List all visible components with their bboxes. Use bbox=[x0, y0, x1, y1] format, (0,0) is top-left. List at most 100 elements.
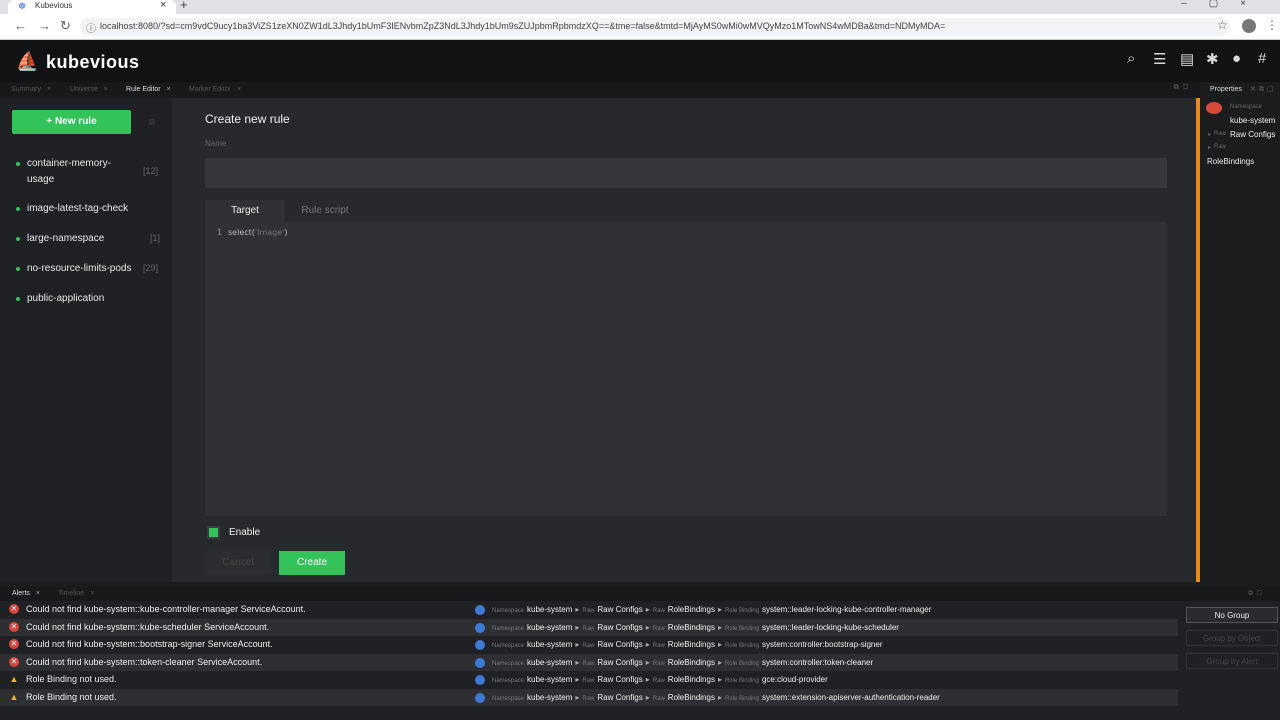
path-value: RoleBindings bbox=[667, 675, 715, 684]
alert-message: Could not find kube-system::kube-control… bbox=[26, 604, 306, 614]
alert-object-path[interactable]: Namespace kube-system ▸ Raw Raw Configs ▸ Raw R… bbox=[492, 693, 943, 702]
path-value: RoleBindings bbox=[667, 605, 715, 614]
path-value: RoleBindings bbox=[667, 692, 715, 702]
kubevious-favicon-icon: ☸ bbox=[18, 1, 27, 11]
tab-alerts[interactable]: Alerts × bbox=[12, 587, 40, 601]
github-icon[interactable]: ● bbox=[1232, 50, 1241, 67]
path-separator-icon: ▸ bbox=[717, 605, 722, 614]
new-tab-icon[interactable]: + bbox=[180, 0, 188, 12]
alert-row[interactable]: ✕ Could not find kube-system::kube-schedu… bbox=[0, 618, 1178, 636]
browser-menu-icon[interactable]: ⋮ bbox=[1266, 18, 1278, 32]
reload-icon[interactable]: ↻ bbox=[60, 18, 71, 34]
path-separator-icon: ▸ bbox=[717, 657, 722, 667]
rules-sidebar: + New rule ≡ container-memory-usage [12]… bbox=[0, 98, 172, 582]
path-kind: Raw bbox=[582, 643, 595, 649]
enable-label: Enable bbox=[229, 527, 261, 538]
browser-tab[interactable]: ☸ Kubevious × bbox=[8, 0, 176, 14]
back-icon[interactable]: ← bbox=[14, 18, 27, 33]
object-icon bbox=[475, 605, 485, 615]
path-kind: Namespace bbox=[492, 695, 525, 702]
alerts-panel: ✕ Could not find kube-system::kube-contro… bbox=[0, 601, 1280, 720]
rule-status-dot bbox=[16, 267, 20, 271]
alert-row[interactable]: ▲ Role Binding not used. Namespace kube-sys… bbox=[0, 671, 1178, 689]
forward-icon[interactable]: → bbox=[38, 18, 51, 33]
path-kind: Raw bbox=[652, 695, 665, 702]
path-value: RoleBindings bbox=[667, 622, 715, 632]
properties-window-controls[interactable]: ✕⧉▢ bbox=[1250, 85, 1276, 94]
enable-checkbox[interactable] bbox=[207, 526, 220, 539]
namespace-value[interactable]: kube-system bbox=[1230, 116, 1275, 125]
search-icon[interactable]: ⌕ bbox=[1127, 50, 1135, 67]
sliders-icon[interactable]: ☰ bbox=[1153, 50, 1166, 68]
url-field[interactable]: ⓘ localhost:8080/?sd=cm9vdC9ucy1ba3ViZS1… bbox=[80, 18, 1230, 36]
bookmark-star-icon[interactable]: ☆ bbox=[1217, 18, 1228, 32]
alert-row[interactable]: ✕ Could not find kube-system::kube-contro… bbox=[0, 601, 1178, 619]
path-kind: Role Binding bbox=[724, 625, 759, 632]
profile-avatar[interactable] bbox=[1242, 19, 1256, 33]
no-group-button[interactable]: No Group bbox=[1186, 607, 1278, 623]
object-icon bbox=[475, 640, 485, 650]
rule-status-dot bbox=[16, 207, 20, 211]
code-editor[interactable]: 1 select('Image') bbox=[205, 222, 1167, 516]
alert-object-path[interactable]: Namespace kube-system ▸ Raw Raw Configs ▸ Raw R… bbox=[492, 675, 831, 684]
raw-kind: Raw bbox=[1214, 131, 1227, 137]
tab-target[interactable]: Target bbox=[205, 200, 285, 222]
path-kind: Role Binding bbox=[724, 695, 759, 702]
rolebindings-value[interactable]: RoleBindings bbox=[1207, 157, 1254, 166]
tab-universe[interactable]: Universe × bbox=[70, 82, 108, 98]
rule-status-dot bbox=[16, 162, 20, 166]
alert-row[interactable]: ✕ Could not find kube-system::bootstrap-s… bbox=[0, 636, 1178, 654]
object-icon bbox=[475, 675, 485, 685]
path-value: kube-system bbox=[527, 657, 573, 667]
alert-object-path[interactable]: Namespace kube-system ▸ Raw Raw Configs ▸ Raw R… bbox=[492, 658, 876, 667]
error-icon: ✕ bbox=[9, 604, 19, 614]
create-button[interactable]: Create bbox=[279, 551, 345, 575]
group-by-alert-button[interactable]: Group by Alert bbox=[1186, 653, 1278, 669]
path-separator-icon: ▸ bbox=[717, 622, 722, 632]
alert-object-path[interactable]: Namespace kube-system ▸ Raw Raw Configs ▸ Raw R… bbox=[492, 605, 934, 614]
namespace-kind: Namespace bbox=[1230, 104, 1263, 110]
alert-row[interactable]: ✕ Could not find kube-system::token-clean… bbox=[0, 653, 1178, 671]
info-icon[interactable]: ⓘ bbox=[86, 20, 96, 35]
cancel-button[interactable]: Cancel bbox=[205, 551, 271, 575]
rule-name: public-application bbox=[27, 293, 105, 304]
panel-window-controls[interactable]: ⧉▢ bbox=[1174, 84, 1192, 92]
rule-name-input[interactable] bbox=[205, 158, 1167, 188]
tab-timeline[interactable]: Timeline × bbox=[58, 587, 94, 601]
tab-marker-editor[interactable]: Marker Editor × bbox=[189, 82, 241, 98]
close-tab-icon[interactable]: × bbox=[160, 0, 166, 11]
rule-name: large-namespace bbox=[27, 233, 105, 244]
new-rule-button[interactable]: + New rule bbox=[12, 110, 131, 134]
path-kind: Raw bbox=[652, 678, 665, 684]
rule-status-dot bbox=[16, 237, 20, 241]
bug-icon[interactable]: ✱ bbox=[1206, 50, 1219, 68]
list-icon[interactable]: ≡ bbox=[141, 111, 163, 133]
slack-icon[interactable]: # bbox=[1258, 50, 1266, 67]
server-icon[interactable]: ▤ bbox=[1180, 50, 1194, 68]
path-value: kube-system bbox=[527, 640, 573, 649]
raw-configs-value[interactable]: Raw Configs bbox=[1230, 130, 1275, 139]
line-number: 1 bbox=[217, 228, 222, 237]
tab-summary[interactable]: Summary × bbox=[11, 82, 51, 98]
address-bar: ← → ↻ ⓘ localhost:8080/?sd=cm9vdC9ucy1ba… bbox=[0, 14, 1280, 40]
expand-arrow-icon[interactable]: ▸ bbox=[1208, 144, 1211, 151]
tab-rule-script[interactable]: Rule script bbox=[285, 200, 365, 222]
alerts-window-controls[interactable]: ⧉▢ bbox=[1248, 587, 1266, 601]
tab-properties[interactable]: Properties bbox=[1210, 86, 1242, 93]
alert-object-path[interactable]: Namespace kube-system ▸ Raw Raw Configs ▸ Raw R… bbox=[492, 640, 885, 649]
alert-object-path[interactable]: Namespace kube-system ▸ Raw Raw Configs ▸ Raw R… bbox=[492, 623, 902, 632]
rule-count: [29] bbox=[143, 263, 159, 273]
tab-rule-editor[interactable]: Rule Editor × bbox=[126, 82, 171, 98]
code-line[interactable]: select('Image') bbox=[228, 228, 287, 237]
alert-row[interactable]: ▲ Role Binding not used. Namespace kube-sys… bbox=[0, 688, 1178, 706]
path-separator-icon: ▸ bbox=[575, 657, 580, 667]
error-icon: ✕ bbox=[9, 656, 19, 667]
url-text[interactable]: localhost:8080/?sd=cm9vdC9ucy1ba3ViZS1ze… bbox=[100, 21, 945, 31]
path-value: system:controller:token-cleaner bbox=[761, 657, 874, 667]
path-value: kube-system bbox=[527, 605, 573, 614]
expand-arrow-icon[interactable]: ▸ bbox=[1208, 131, 1211, 138]
raw-kind: Raw bbox=[1214, 144, 1227, 150]
group-by-object-button[interactable]: Group by Object bbox=[1186, 630, 1278, 646]
window-controls[interactable]: –▢× bbox=[1181, 0, 1268, 9]
path-value: gce:cloud-provider bbox=[761, 675, 828, 684]
